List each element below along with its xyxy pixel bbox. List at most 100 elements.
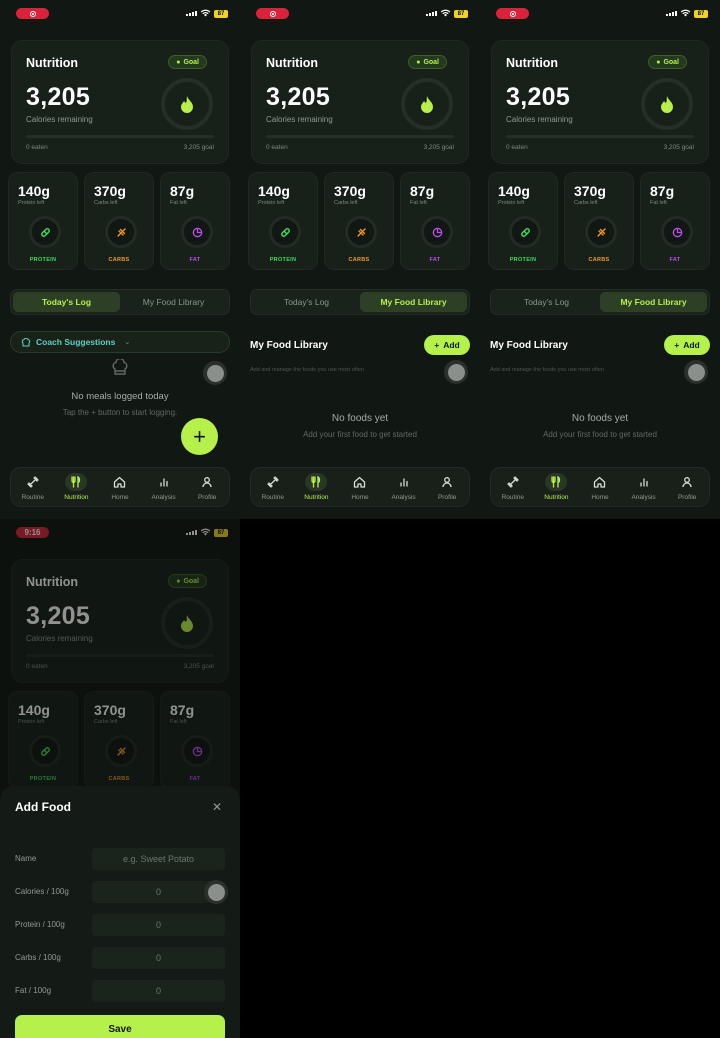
macro-label: PROTEIN [29, 257, 57, 263]
nav-item-home[interactable]: Home [98, 468, 142, 506]
macro-subtitle: Fat left [410, 200, 427, 206]
close-icon[interactable]: ✕ [212, 800, 222, 814]
screen-add-food: 9:16 87 Nutrition ● Goal 3,205 Calories r… [0, 519, 240, 1038]
nav-item-profile[interactable]: Profile [185, 468, 229, 506]
nav-item-home[interactable]: Home [338, 468, 382, 506]
assistive-touch-button[interactable] [204, 880, 228, 904]
macro-subtitle: Fat left [170, 719, 187, 725]
macro-ring [585, 216, 617, 248]
assistive-touch-button[interactable] [203, 361, 227, 385]
calorie-ring [401, 78, 453, 130]
screen-record-indicator[interactable] [256, 8, 289, 19]
pie-icon [192, 227, 202, 237]
nav-item-routine[interactable]: Routine [491, 468, 535, 506]
protein-input[interactable] [92, 914, 225, 936]
screen-todays-log: 87 Nutrition ● Goal 3,205 Calories remain… [0, 0, 240, 519]
macro-label: CARBS [108, 257, 130, 263]
screen-record-indicator[interactable] [496, 8, 529, 19]
cellular-signal-icon [426, 11, 437, 16]
fork-knife-icon [71, 476, 81, 488]
flame-icon: ● [176, 577, 181, 585]
tab-todays-log[interactable]: Today's Log [493, 292, 600, 312]
nav-item-analysis[interactable]: Analysis [382, 468, 426, 506]
view-tabs: Today's Log My Food Library [10, 289, 230, 315]
nav-item-home[interactable]: Home [578, 468, 622, 506]
assistive-touch-button[interactable] [444, 360, 468, 384]
macro-ring [105, 216, 137, 248]
card-title: Nutrition [266, 56, 319, 70]
calories-remaining-value: 3,205 [266, 83, 331, 111]
tab-todays-log[interactable]: Today's Log [253, 292, 360, 312]
macro-card-protein: 140g Protein left PROTEIN [8, 172, 78, 270]
tab-food-library[interactable]: My Food Library [600, 292, 707, 312]
add-food-button[interactable]: + Add [664, 335, 710, 355]
calories-eaten: 0 eaten [506, 144, 528, 151]
carbs-input[interactable] [92, 947, 225, 969]
macro-subtitle: Protein left [18, 719, 45, 725]
calories-remaining-label: Calories remaining [266, 115, 333, 124]
fat-input[interactable] [92, 980, 225, 1002]
nav-item-nutrition[interactable]: Nutrition [295, 468, 339, 506]
macro-label: PROTEIN [509, 257, 537, 263]
tab-todays-log[interactable]: Today's Log [13, 292, 120, 312]
field-label: Fat / 100g [15, 986, 52, 995]
tab-food-library[interactable]: My Food Library [120, 292, 227, 312]
user-icon [682, 477, 692, 488]
macro-card-protein: 140g Protein left PROTEIN [248, 172, 318, 270]
screen-record-indicator[interactable] [16, 8, 49, 19]
macro-ring [269, 216, 301, 248]
home-icon [114, 476, 126, 488]
calorie-progress-bar [266, 135, 454, 138]
dumbbell-icon [27, 476, 39, 488]
coach-suggestions-button[interactable]: Coach Suggestions ⌄ [10, 331, 230, 353]
macro-subtitle: Fat left [650, 200, 667, 206]
macro-card-carbs: 370g Carbs left CARBS [324, 172, 394, 270]
calorie-summary-card: Nutrition ● Goal 3,205 Calories remaining… [491, 40, 709, 164]
empty-state-subtitle: Add your first food to get started [543, 430, 657, 439]
coach-label: Coach Suggestions [36, 337, 116, 347]
nav-item-routine[interactable]: Routine [11, 468, 55, 506]
add-food-button[interactable]: + Add [424, 335, 470, 355]
macro-subtitle: Fat left [170, 200, 187, 206]
nav-item-analysis[interactable]: Analysis [142, 468, 186, 506]
flame-icon: ● [176, 58, 181, 66]
goal-button[interactable]: ● Goal [168, 574, 207, 588]
chef-hat-icon [112, 359, 128, 375]
save-button[interactable]: Save [15, 1015, 225, 1038]
tab-food-library[interactable]: My Food Library [360, 292, 467, 312]
name-input[interactable] [92, 848, 225, 870]
bar-chart-icon [639, 478, 648, 487]
goal-button[interactable]: ● Goal [408, 55, 447, 69]
nav-item-nutrition[interactable]: Nutrition [55, 468, 99, 506]
macro-value: 87g [650, 183, 675, 199]
nav-item-profile[interactable]: Profile [665, 468, 709, 506]
nav-item-nutrition[interactable]: Nutrition [535, 468, 579, 506]
calories-eaten: 0 eaten [26, 144, 48, 151]
plus-icon: + [674, 340, 680, 350]
goal-button[interactable]: ● Goal [168, 55, 207, 69]
add-meal-fab[interactable]: + [181, 418, 218, 455]
wheat-icon [116, 746, 126, 756]
calories-remaining-value: 3,205 [26, 602, 91, 630]
sheet-title: Add Food [15, 800, 71, 814]
macro-card-fat: 87g Fat left FAT [160, 691, 230, 789]
assistive-touch-button[interactable] [684, 360, 708, 384]
macro-ring [421, 216, 453, 248]
nav-label: Analysis [151, 494, 176, 501]
goal-button[interactable]: ● Goal [648, 55, 687, 69]
battery-indicator: 87 [214, 529, 228, 537]
calorie-ring [161, 78, 213, 130]
nav-label: Profile [437, 494, 457, 501]
nav-label: Home [111, 494, 129, 501]
wheat-icon [596, 227, 606, 237]
dumbbell-icon [507, 476, 519, 488]
macro-value: 87g [410, 183, 435, 199]
macro-subtitle: Carbs left [574, 200, 598, 206]
pie-icon [672, 227, 682, 237]
nav-item-routine[interactable]: Routine [251, 468, 295, 506]
view-tabs: Today's Log My Food Library [250, 289, 470, 315]
field-label: Name [15, 854, 37, 863]
nav-item-profile[interactable]: Profile [425, 468, 469, 506]
nav-label: Home [591, 494, 609, 501]
nav-item-analysis[interactable]: Analysis [622, 468, 666, 506]
